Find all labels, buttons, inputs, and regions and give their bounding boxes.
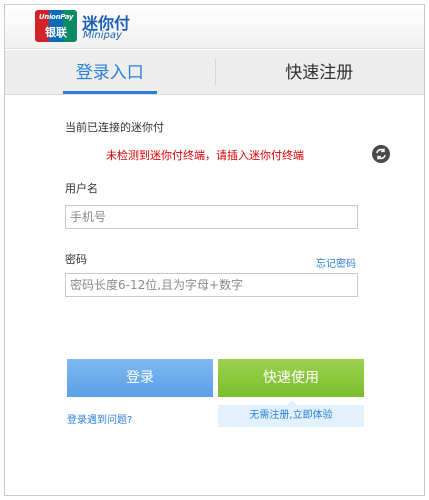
header-bar: UnionPay 银联 迷你付 Minipay [5,5,424,49]
forgot-password-link[interactable]: 忘记密码 [316,255,356,270]
username-input[interactable] [65,205,358,229]
tab-login-indicator-wrap [5,50,215,94]
password-label: 密码 [65,253,87,266]
brand-logo: UnionPay 银联 迷你付 Minipay [35,10,165,46]
login-problem-link[interactable]: 登录遇到问题? [67,411,132,426]
unionpay-logo: UnionPay 银联 [35,10,77,42]
tab-bar: 登录入口 快速注册 [5,50,424,95]
logo-line2: 银联 [45,26,67,39]
warning-message: 未检测到迷你付终端，请插入迷你付终端 [106,149,304,162]
brand-sub: Minipay [83,30,122,41]
username-label: 用户名 [65,182,98,195]
tab-active-underline [62,91,157,94]
refresh-icon[interactable] [372,145,390,163]
quick-use-button[interactable]: 快速使用 [218,359,364,397]
minipay-window: UnionPay 银联 迷你付 Minipay 登录入口 快速注册 当前已连接的… [4,4,425,496]
quick-use-tip: 无需注册,立即体验 [218,405,364,427]
connection-label: 当前已连接的迷你付 [65,121,164,134]
login-button[interactable]: 登录 [67,359,213,397]
password-input[interactable] [65,273,358,297]
logo-line1: UnionPay [38,13,74,21]
tab-register[interactable]: 快速注册 [215,50,425,94]
